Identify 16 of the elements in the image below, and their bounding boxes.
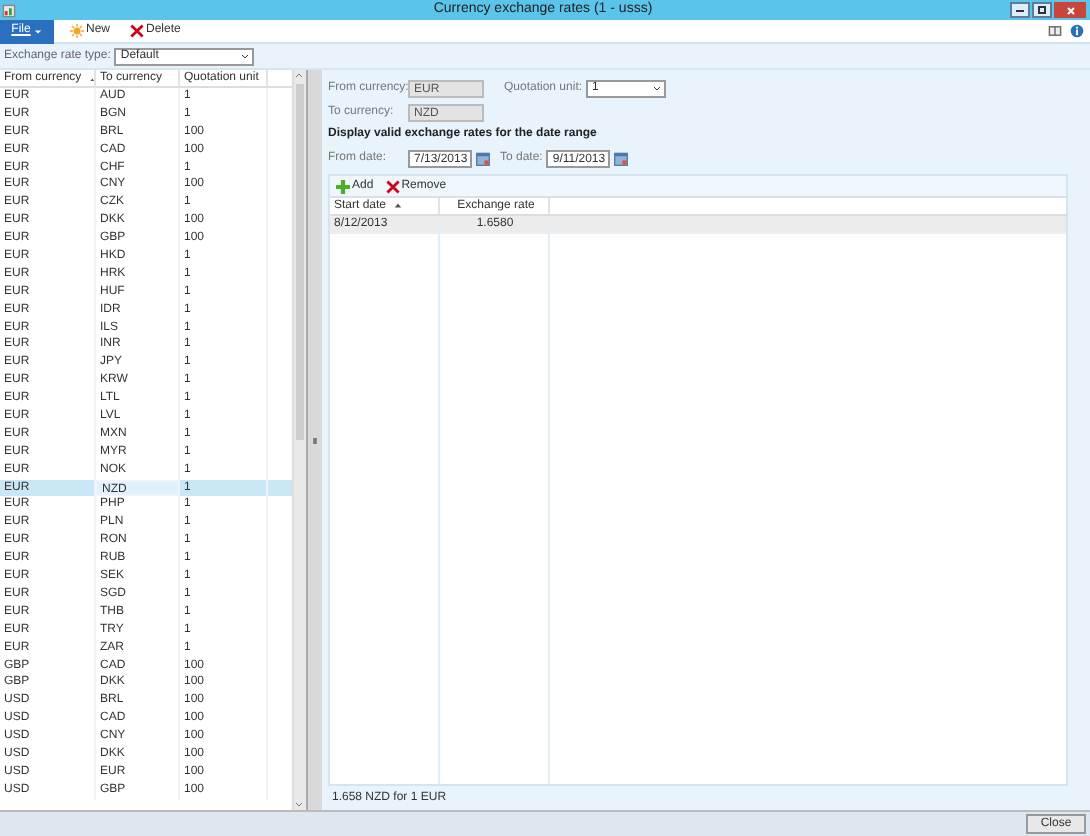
grip-icon [312,437,318,443]
close-window-button[interactable] [1054,2,1086,18]
cross-icon [130,24,145,38]
plus-icon [336,179,350,193]
sun-icon [70,24,84,38]
book-icon [1048,24,1062,38]
scrollbar[interactable] [292,70,306,810]
restore-button[interactable] [1032,2,1052,18]
caret-icon [34,27,43,35]
sort-icon [394,202,403,210]
cross-icon [385,179,400,193]
app-icon [2,3,16,17]
close-icon [1065,5,1075,15]
calendar-icon [476,151,490,165]
calendar-icon [614,151,629,165]
minimize-button[interactable] [1010,2,1030,18]
